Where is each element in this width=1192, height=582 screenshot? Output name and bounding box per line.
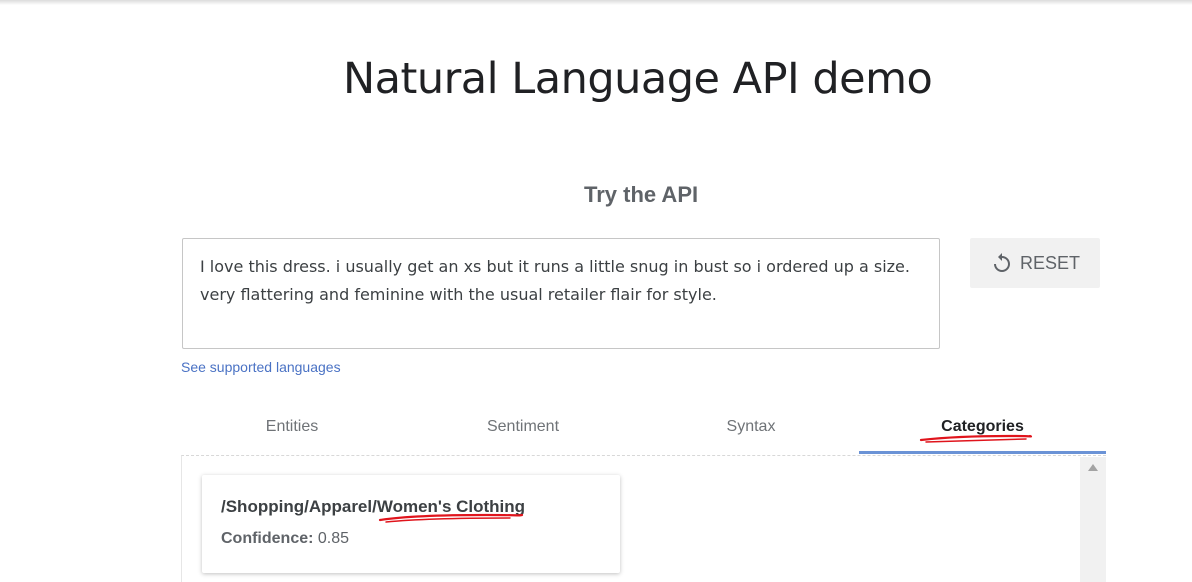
category-card: /Shopping/Apparel/Women's Clothing Confi… bbox=[202, 475, 620, 573]
text-input[interactable]: I love this dress. i usually get an xs b… bbox=[182, 238, 940, 349]
reset-label: RESET bbox=[1019, 252, 1080, 273]
tab-entities[interactable]: Entities bbox=[182, 400, 402, 454]
tab-categories[interactable]: Categories bbox=[859, 400, 1106, 454]
page-title: Natural Language API demo bbox=[343, 54, 933, 104]
confidence-label: Confidence: bbox=[221, 530, 314, 547]
results-tabs: Entities Sentiment Syntax Categories bbox=[182, 400, 1106, 455]
top-shadow bbox=[0, 0, 1192, 5]
tab-syntax[interactable]: Syntax bbox=[637, 400, 865, 454]
active-tab-indicator bbox=[859, 451, 1106, 454]
supported-languages-link[interactable]: See supported languages bbox=[181, 359, 341, 375]
page: Natural Language API demo Try the API I … bbox=[0, 0, 1192, 582]
refresh-icon bbox=[990, 251, 1014, 275]
results-scrollbar[interactable] bbox=[1080, 457, 1106, 582]
confidence-value: 0.85 bbox=[317, 530, 350, 547]
scroll-up-arrow-icon[interactable] bbox=[1088, 464, 1098, 471]
category-name: /Shopping/Apparel/Women's Clothing bbox=[221, 497, 526, 516]
tab-sentiment[interactable]: Sentiment bbox=[410, 400, 636, 454]
section-title: Try the API bbox=[584, 182, 699, 207]
reset-button[interactable]: RESET bbox=[970, 238, 1100, 288]
confidence-row: Confidence: 0.85 bbox=[221, 530, 349, 548]
